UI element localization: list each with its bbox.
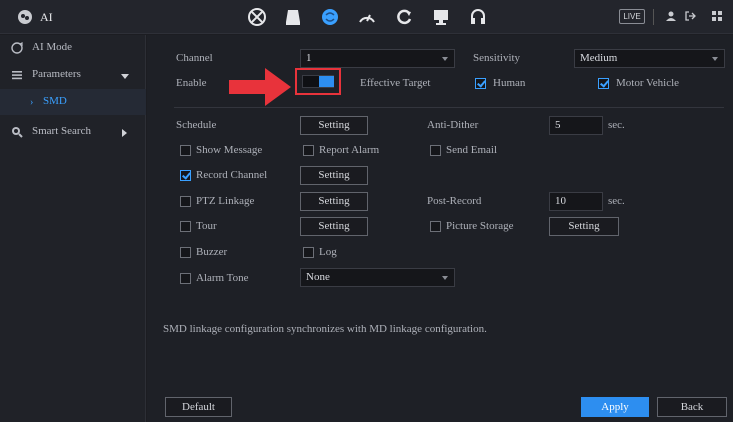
sidebar-item-ai-mode[interactable]: AI Mode (0, 35, 146, 63)
enable-toggle[interactable] (302, 75, 334, 88)
chevron-down-icon (442, 57, 448, 61)
red-arrow-annotation (229, 68, 291, 106)
effective-target-label: Effective Target (360, 77, 431, 89)
sidebar-item-label: Parameters (32, 68, 81, 80)
buzzer-checkbox[interactable] (180, 247, 191, 258)
picture-storage-setting-button[interactable]: Setting (549, 217, 619, 236)
post-record-unit: sec. (608, 195, 625, 207)
ai-mode-icon (11, 42, 23, 54)
section-divider (174, 107, 724, 108)
report-alarm-checkbox[interactable] (303, 145, 314, 156)
ptz-linkage-checkbox[interactable] (180, 196, 191, 207)
post-record-input[interactable]: 10 (549, 192, 603, 211)
tour-checkbox[interactable] (180, 221, 191, 232)
ptz-linkage-setting-button[interactable]: Setting (300, 192, 368, 211)
send-email-label: Send Email (446, 144, 498, 156)
post-record-label: Post-Record (427, 195, 482, 207)
camera-search-icon[interactable] (247, 7, 267, 27)
support-headset-icon[interactable] (468, 7, 488, 27)
sidebar: AI Mode Parameters › SMD Smart Search (0, 35, 146, 422)
picture-storage-label: Picture Storage (446, 220, 514, 232)
refresh-icon[interactable] (394, 7, 414, 27)
chevron-down-icon (712, 57, 718, 61)
storage-icon[interactable] (283, 7, 303, 27)
top-bar: AI LIVE (0, 0, 733, 34)
motor-vehicle-label: Motor Vehicle (616, 77, 680, 89)
tour-label: Tour (196, 220, 217, 232)
sidebar-item-smart-search[interactable]: Smart Search (0, 119, 146, 147)
log-label: Log (319, 246, 337, 258)
report-alarm-label: Report Alarm (319, 144, 380, 156)
motor-vehicle-checkbox[interactable] (598, 78, 609, 89)
default-button[interactable]: Default (165, 397, 232, 417)
ai-logo-icon (18, 10, 32, 24)
chevron-down-icon (121, 74, 129, 79)
logout-icon[interactable] (684, 10, 696, 22)
chevron-down-icon (442, 276, 448, 280)
alarm-tone-label: Alarm Tone (196, 272, 249, 284)
alarm-tone-checkbox[interactable] (180, 273, 191, 284)
live-button[interactable]: LIVE (619, 9, 645, 24)
sidebar-item-parameters[interactable]: Parameters (0, 62, 146, 90)
channel-select[interactable]: 1 (300, 49, 455, 68)
sensitivity-select-value: Medium (580, 52, 618, 64)
sidebar-item-smd[interactable]: › SMD (0, 89, 146, 115)
tour-setting-button[interactable]: Setting (300, 217, 368, 236)
enable-highlight-box (295, 68, 341, 95)
send-email-checkbox[interactable] (430, 145, 441, 156)
sidebar-item-label: AI Mode (32, 41, 73, 53)
channel-select-value: 1 (306, 52, 312, 64)
sidebar-item-label: Smart Search (32, 125, 91, 137)
anti-dither-input[interactable]: 5 (549, 116, 603, 135)
list-icon (12, 71, 22, 80)
anti-dither-label: Anti-Dither (427, 119, 479, 131)
monitor-icon[interactable] (431, 7, 451, 27)
chevron-right-icon: › (30, 97, 34, 108)
record-channel-label: Record Channel (196, 169, 268, 181)
grid-icon[interactable] (711, 10, 723, 22)
sensitivity-select[interactable]: Medium (574, 49, 725, 68)
sensitivity-label: Sensitivity (473, 52, 521, 64)
schedule-setting-button[interactable]: Setting (300, 116, 368, 135)
channel-label: Channel (176, 52, 213, 64)
alarm-tone-select[interactable]: None (300, 268, 455, 287)
apply-button[interactable]: Apply (581, 397, 649, 417)
record-channel-checkbox[interactable] (180, 170, 191, 181)
ptz-linkage-label: PTZ Linkage (196, 195, 255, 207)
show-message-checkbox[interactable] (180, 145, 191, 156)
human-label: Human (493, 77, 526, 89)
anti-dither-unit: sec. (608, 119, 625, 131)
smart-search-icon (12, 127, 23, 138)
alarm-tone-select-value: None (306, 271, 330, 283)
buzzer-label: Buzzer (196, 246, 228, 258)
record-channel-setting-button[interactable]: Setting (300, 166, 368, 185)
ai-brain-icon[interactable] (320, 7, 340, 27)
user-icon[interactable] (665, 10, 677, 22)
back-button[interactable]: Back (657, 397, 727, 417)
speedometer-icon[interactable] (357, 7, 377, 27)
show-message-label: Show Message (196, 144, 263, 156)
human-checkbox[interactable] (475, 78, 486, 89)
toggle-knob (319, 76, 334, 87)
post-record-value: 10 (555, 195, 566, 207)
log-checkbox[interactable] (303, 247, 314, 258)
header-separator (653, 9, 654, 25)
smd-settings-panel: Channel 1 Sensitivity Medium Enable Effe… (147, 35, 733, 422)
chevron-right-icon (122, 129, 127, 137)
anti-dither-value: 5 (555, 119, 561, 131)
schedule-label: Schedule (176, 119, 217, 131)
sidebar-item-label: SMD (43, 95, 67, 107)
enable-label: Enable (176, 77, 207, 89)
app-title: AI (40, 10, 53, 24)
picture-storage-checkbox[interactable] (430, 221, 441, 232)
info-note: SMD linkage configuration synchronizes w… (163, 323, 487, 335)
